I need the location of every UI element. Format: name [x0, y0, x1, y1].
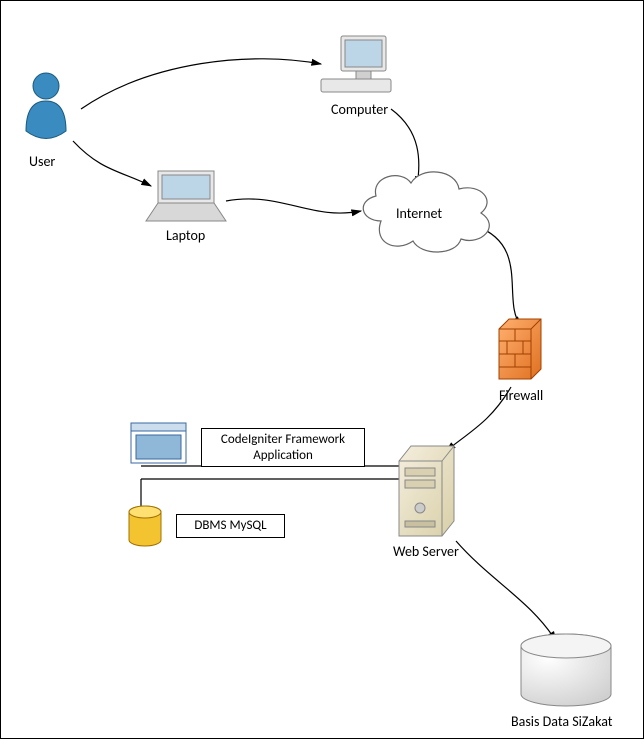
computer-icon — [321, 36, 391, 92]
computer-label: Computer — [331, 97, 388, 118]
app-window-icon — [131, 423, 186, 463]
database-label: Basis Data SiZakat — [511, 709, 612, 730]
laptop-label: Laptop — [166, 223, 205, 244]
connector-internet-firewall — [476, 226, 521, 326]
webserver-icon — [399, 446, 454, 536]
firewall-label: Firewall — [499, 383, 543, 404]
user-icon — [26, 73, 66, 139]
internet-label: Internet — [396, 201, 442, 222]
firewall-icon — [499, 319, 541, 379]
connector-webserver-database — [456, 541, 556, 641]
diagram-canvas: User Computer Laptop Internet Firewall W… — [0, 0, 644, 739]
laptop-icon — [146, 171, 226, 221]
connector-computer-internet — [391, 109, 419, 186]
dbms-box: DBMS MySQL — [176, 514, 285, 538]
dbms-icon — [129, 506, 161, 546]
database-icon — [521, 634, 611, 706]
connector-user-computer — [81, 59, 321, 109]
connector-user-laptop — [73, 141, 151, 186]
connector-laptop-internet — [226, 199, 361, 213]
codeigniter-box: CodeIgniter Framework Application — [201, 428, 365, 467]
webserver-label: Web Server — [393, 539, 459, 560]
user-label: User — [29, 149, 55, 170]
